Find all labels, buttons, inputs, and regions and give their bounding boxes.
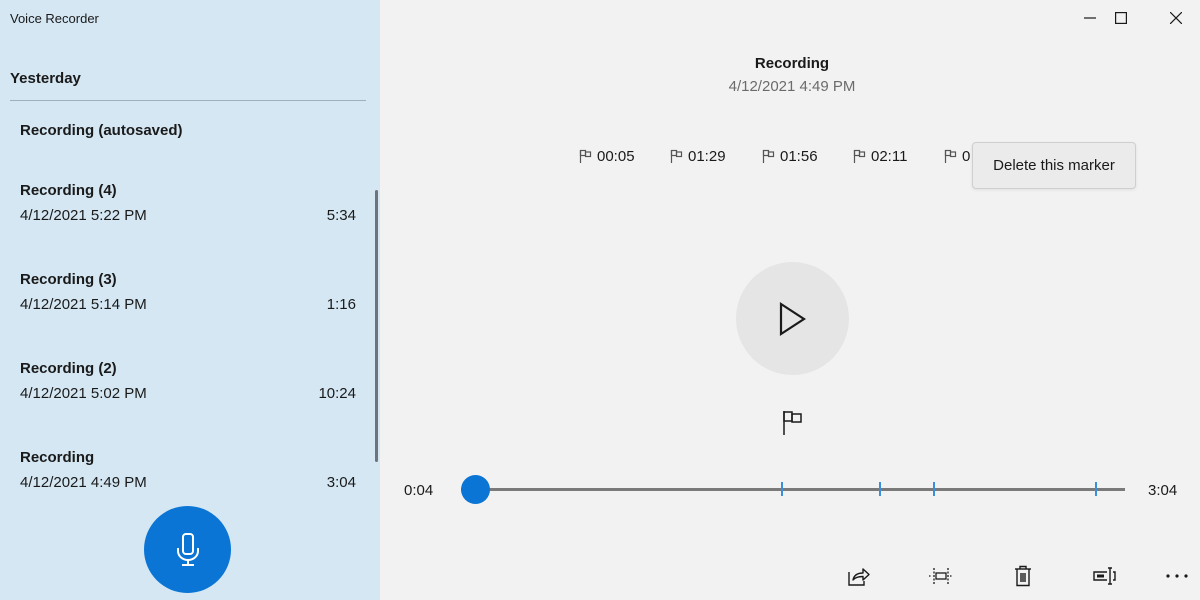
trash-icon (1015, 565, 1031, 587)
timeline-marker-tick[interactable] (932, 482, 935, 496)
group-header: Yesterday (10, 70, 81, 87)
trim-button[interactable] (924, 560, 958, 592)
flag-icon (783, 411, 802, 435)
flag-icon (579, 149, 592, 163)
microphone-icon (176, 532, 199, 566)
recording-duration: 5:34 (326, 207, 356, 224)
recording-date: 4/12/2021 5:22 PM (20, 207, 147, 224)
marker-label: 0 (962, 147, 971, 165)
recording-date: 4/12/2021 5:02 PM (20, 385, 147, 402)
flag-icon (762, 149, 775, 163)
minimize-icon (1084, 17, 1096, 19)
flag-icon (670, 149, 683, 163)
share-button[interactable] (842, 560, 876, 592)
elapsed-time: 0:04 (404, 482, 434, 499)
recording-date: 4/12/2021 5:14 PM (20, 296, 147, 313)
more-button[interactable] (1160, 560, 1194, 592)
marker-label: 01:29 (688, 147, 726, 165)
recording-name: Recording (3) (20, 271, 117, 288)
maximize-icon (1115, 12, 1127, 24)
app-title: Voice Recorder (10, 11, 99, 26)
recording-duration: 3:04 (326, 474, 356, 491)
trim-icon (929, 568, 953, 584)
marker-chip[interactable]: 00:05 (579, 146, 635, 166)
marker-chip[interactable]: 0 (944, 146, 970, 166)
group-divider (10, 100, 366, 101)
recording-name: Recording (autosaved) (20, 122, 183, 139)
record-button[interactable] (144, 506, 231, 593)
flag-icon (853, 149, 866, 163)
recording-list-item[interactable]: Recording (3) 4/12/2021 5:14 PM 1:16 (0, 271, 370, 351)
marker-chip[interactable]: 02:11 (853, 146, 907, 166)
marker-label: 02:11 (871, 147, 908, 165)
timeline-marker-tick[interactable] (1095, 482, 1098, 496)
sidebar: Voice Recorder Yesterday Recording (auto… (0, 0, 380, 600)
seek-thumb[interactable] (460, 475, 490, 504)
player-pane: Recording 4/12/2021 4:49 PM 00:05 01:29 … (380, 0, 1200, 600)
recording-title: Recording (754, 55, 830, 72)
recording-name: Recording (20, 449, 95, 466)
delete-marker-tooltip[interactable]: Delete this marker (972, 142, 1136, 189)
recording-list-item[interactable]: Recording (2) 4/12/2021 5:02 PM 10:24 (0, 360, 370, 440)
recording-duration: 10:24 (318, 385, 356, 402)
recording-list-item[interactable]: Recording (4) 4/12/2021 5:22 PM 5:34 (0, 182, 370, 262)
play-button[interactable] (736, 262, 849, 375)
marker-chip[interactable]: 01:56 (762, 146, 818, 166)
marker-chip[interactable]: 01:29 (670, 146, 726, 166)
marker-label: 00:05 (597, 147, 635, 165)
add-marker-button[interactable] (778, 408, 808, 438)
recording-name: Recording (2) (20, 360, 117, 377)
close-icon (1170, 12, 1182, 24)
total-time: 3:04 (1148, 482, 1178, 499)
delete-button[interactable] (1006, 560, 1040, 592)
seek-slider[interactable] (460, 475, 1125, 504)
close-button[interactable] (1153, 0, 1199, 36)
maximize-button[interactable] (1098, 0, 1144, 36)
recording-subtitle: 4/12/2021 4:49 PM (728, 78, 856, 95)
play-icon (779, 301, 806, 336)
rename-button[interactable] (1088, 560, 1122, 592)
share-icon (848, 568, 870, 586)
recording-date: 4/12/2021 4:49 PM (20, 474, 147, 491)
timeline-marker-tick[interactable] (781, 482, 784, 496)
rename-icon (1093, 567, 1116, 585)
recording-name: Recording (4) (20, 182, 117, 199)
timeline-marker-tick[interactable] (878, 482, 881, 496)
recording-duration: 1:16 (326, 296, 356, 313)
more-icon (1166, 574, 1188, 578)
sidebar-scrollbar[interactable] (375, 190, 378, 462)
marker-label: 01:56 (780, 147, 818, 165)
flag-icon (944, 149, 957, 163)
